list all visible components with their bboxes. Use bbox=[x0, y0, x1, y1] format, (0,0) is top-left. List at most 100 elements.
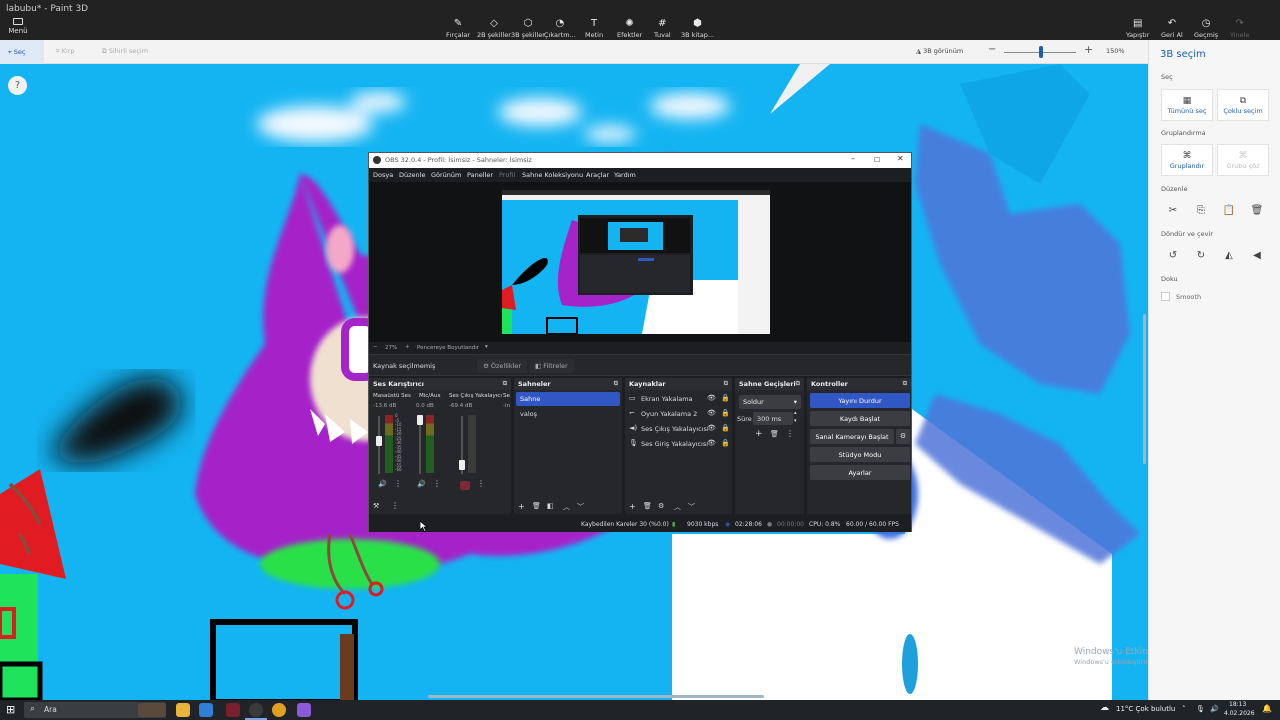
filter-icon[interactable]: ◧ bbox=[547, 502, 554, 510]
popout-icon[interactable]: ⧉ bbox=[903, 380, 907, 388]
volume-icon[interactable]: 🔊 bbox=[1210, 705, 1219, 713]
kebab-menu-icon[interactable]: ⋮ bbox=[391, 501, 399, 510]
eye-icon[interactable]: 👁 bbox=[707, 394, 716, 402]
tool-brushes[interactable]: ✎ Fırçalar bbox=[446, 18, 470, 39]
trash-icon[interactable]: 🗑 bbox=[532, 502, 541, 510]
chrome-icon[interactable] bbox=[272, 703, 286, 717]
trash-icon[interactable]: 🗑 bbox=[770, 430, 779, 438]
gear-icon[interactable]: ⚙ bbox=[658, 502, 664, 510]
valorant-icon[interactable] bbox=[226, 703, 240, 717]
source-item[interactable]: 🎙 Ses Giriş Yakalayıcısı 👁 🔒 bbox=[629, 437, 733, 451]
popout-icon[interactable]: ⧉ bbox=[724, 380, 728, 388]
fader-knob[interactable] bbox=[459, 460, 465, 470]
zoom-in-button[interactable]: + bbox=[1084, 43, 1093, 56]
tool-effects[interactable]: ✺ Efektler bbox=[617, 18, 642, 39]
chevron-down-icon[interactable]: ▾ bbox=[485, 344, 488, 350]
add-icon[interactable]: + bbox=[629, 502, 636, 511]
obs-preview[interactable] bbox=[369, 182, 911, 342]
menu-edit[interactable]: Düzenle bbox=[399, 171, 425, 179]
crop-tool[interactable]: ⌗ Kırp bbox=[56, 47, 75, 56]
menu-scene-collection[interactable]: Sahne Koleksiyonu bbox=[522, 171, 583, 179]
tool-3d-shapes[interactable]: ⬡ 3B şekiller bbox=[511, 18, 545, 39]
tool-2d-shapes[interactable]: ◇ 2B şekiller bbox=[477, 18, 511, 39]
zoom-in-icon[interactable]: + bbox=[405, 344, 410, 350]
redo-button[interactable]: ↷ Yinele bbox=[1230, 18, 1249, 39]
wrench-icon[interactable]: ⚒ bbox=[373, 502, 379, 510]
source-item[interactable]: ▭ Ekran Yakalama 👁 🔒 bbox=[629, 392, 733, 406]
speaker-icon[interactable]: 🔊 bbox=[378, 480, 387, 488]
add-icon[interactable]: + bbox=[518, 502, 525, 511]
file-explorer-icon[interactable] bbox=[176, 703, 190, 717]
menu-view[interactable]: Görünüm bbox=[431, 171, 461, 179]
eye-icon[interactable]: 👁 bbox=[707, 424, 716, 432]
select-all-button[interactable]: ▦ Tümünü seç bbox=[1161, 89, 1213, 121]
virtual-camera-button[interactable]: Sanal Kamerayı Başlat bbox=[810, 429, 894, 444]
gear-icon[interactable]: ⚙ bbox=[896, 429, 910, 444]
clock-time[interactable]: 18:13 bbox=[1229, 701, 1246, 708]
filters-button[interactable]: ◧ Filtreler bbox=[529, 359, 574, 373]
search-highlight-icon[interactable] bbox=[138, 703, 166, 717]
chevron-up-icon[interactable]: ︿ bbox=[563, 502, 570, 512]
maximize-icon[interactable]: ☐ bbox=[874, 156, 880, 164]
source-item[interactable]: ◄) Ses Çıkış Yakalayıcısı 👁 🔒 bbox=[629, 422, 733, 436]
menu-profile[interactable]: Profil bbox=[499, 171, 515, 179]
select-tool[interactable]: ⌖ Seç bbox=[0, 40, 44, 64]
close-icon[interactable]: ✕ bbox=[897, 154, 904, 163]
chevron-down-icon[interactable]: ﹀ bbox=[688, 502, 695, 512]
kebab-menu-icon[interactable]: ⋮ bbox=[786, 429, 794, 438]
kebab-menu-icon[interactable]: ⋮ bbox=[394, 479, 402, 488]
fit-to-window[interactable]: Pencereye Boyutlandır bbox=[417, 345, 479, 351]
rotate-left-icon[interactable]: ↺ bbox=[1161, 246, 1185, 266]
menu-file[interactable]: Dosya bbox=[373, 171, 393, 179]
paste-button[interactable]: ▤ Yapıştır bbox=[1126, 18, 1149, 39]
menu-docks[interactable]: Paneller bbox=[467, 171, 493, 179]
chevron-up-icon[interactable]: ︿ bbox=[674, 502, 681, 512]
popout-icon[interactable]: ⧉ bbox=[503, 380, 507, 388]
paste-icon[interactable]: 📋 bbox=[1217, 201, 1241, 221]
fader-knob[interactable] bbox=[376, 436, 382, 446]
muted-icon[interactable] bbox=[460, 481, 470, 490]
rotate-right-icon[interactable]: ↻ bbox=[1189, 246, 1213, 266]
popout-icon[interactable]: ⧉ bbox=[614, 380, 618, 388]
weather[interactable]: 11°C Çok bulutlu bbox=[1116, 705, 1175, 713]
scene-item[interactable]: valoş bbox=[516, 407, 620, 421]
cut-icon[interactable]: ✂ bbox=[1161, 201, 1185, 221]
start-record-button[interactable]: Kaydı Başlat bbox=[810, 411, 910, 426]
menu-tools[interactable]: Araçlar bbox=[586, 171, 609, 179]
zoom-slider-thumb[interactable] bbox=[1039, 46, 1043, 58]
copy-icon[interactable]: ⎘ bbox=[1189, 201, 1213, 221]
delete-icon[interactable]: 🗑 bbox=[1245, 201, 1269, 221]
tool-text[interactable]: T Metin bbox=[585, 18, 603, 39]
zoom-out-icon[interactable]: − bbox=[373, 344, 378, 350]
paint3d-app-icon[interactable] bbox=[297, 703, 311, 717]
kebab-menu-icon[interactable]: ⋮ bbox=[477, 479, 485, 488]
popout-icon[interactable]: ⧉ bbox=[796, 380, 800, 388]
group-button[interactable]: ⌘ Gruplandır bbox=[1161, 144, 1213, 176]
eye-icon[interactable]: 👁 bbox=[707, 439, 716, 447]
chevron-down-icon[interactable]: ﹀ bbox=[577, 502, 584, 512]
history-button[interactable]: ◷ Geçmiş bbox=[1194, 18, 1218, 39]
transition-select[interactable]: Soldur ▾ bbox=[739, 395, 801, 409]
flip-vertical-icon[interactable]: ◭ bbox=[1217, 246, 1241, 266]
speaker-icon[interactable]: 🔊 bbox=[417, 480, 426, 488]
obs-app-icon[interactable] bbox=[249, 703, 263, 717]
trash-icon[interactable]: 🗑 bbox=[643, 502, 652, 510]
kebab-menu-icon[interactable]: ⋮ bbox=[433, 479, 441, 488]
chevron-up-icon[interactable]: ˄ bbox=[1182, 705, 1186, 713]
windows-start-icon[interactable]: ⊞ bbox=[6, 704, 15, 715]
magic-select-tool[interactable]: ⧉ Sihirli seçim bbox=[102, 47, 148, 56]
3d-view-toggle[interactable]: ◮ 3B görünüm bbox=[916, 47, 963, 55]
chevron-down-icon[interactable]: ▾ bbox=[794, 418, 797, 424]
eye-icon[interactable]: 👁 bbox=[707, 409, 716, 417]
lock-icon[interactable]: 🔒 bbox=[721, 394, 730, 402]
scene-item[interactable]: Sahne bbox=[516, 392, 620, 406]
lock-icon[interactable]: 🔒 bbox=[721, 439, 730, 447]
stop-stream-button[interactable]: Yayını Durdur bbox=[810, 393, 910, 408]
source-item[interactable]: ⌐ Oyun Yakalama 2 👁 🔒 bbox=[629, 407, 733, 421]
fader-knob[interactable] bbox=[417, 415, 423, 425]
tool-canvas[interactable]: # Tuval bbox=[654, 18, 671, 39]
duration-input[interactable]: 300 ms bbox=[753, 412, 793, 425]
multi-select-button[interactable]: ⧉ Çoklu seçim bbox=[1217, 89, 1269, 121]
zoom-out-button[interactable]: − bbox=[988, 44, 996, 55]
add-icon[interactable]: + bbox=[755, 429, 763, 439]
